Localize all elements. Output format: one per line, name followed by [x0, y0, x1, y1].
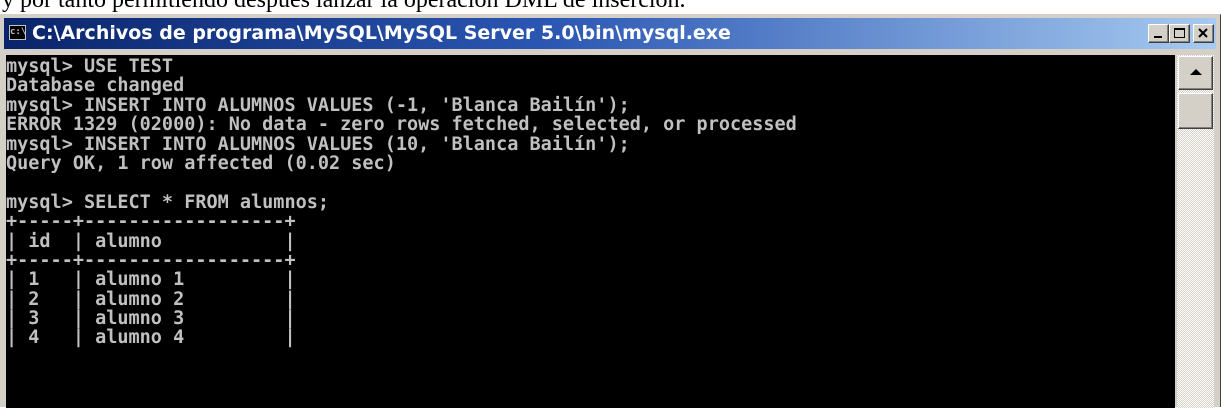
console-line: | id | alumno |	[6, 230, 296, 252]
console-line: | 1 | alumno 1 |	[6, 269, 296, 291]
console-line: +-----+------------------+	[6, 211, 296, 233]
console-line: Query OK, 1 row affected (0.02 sec)	[6, 152, 396, 174]
console-line: | 3 | alumno 3 |	[6, 308, 296, 330]
console-line: | 2 | alumno 2 |	[6, 288, 296, 310]
vertical-scrollbar[interactable]	[1177, 55, 1214, 408]
title-bar[interactable]: c:\ C:\Archivos de programa\MySQL\MySQL …	[4, 18, 1216, 49]
console-line: | 4 | alumno 4 |	[6, 327, 296, 349]
console-line: mysql> INSERT INTO ALUMNOS VALUES (10, '…	[6, 133, 630, 155]
console-line: ERROR 1329 (02000): No data - zero rows …	[6, 114, 797, 136]
minimize-icon	[1154, 36, 1162, 38]
scrollbar-thumb[interactable]	[1178, 93, 1213, 129]
console-lines: mysql> USE TEST Database changed mysql> …	[6, 57, 797, 348]
console-line: Database changed	[6, 75, 185, 97]
console-window: c:\ C:\Archivos de programa\MySQL\MySQL …	[0, 14, 1221, 408]
arrow-up-icon	[1190, 69, 1202, 75]
console-output[interactable]: mysql> USE TEST Database changed mysql> …	[6, 55, 1175, 408]
console-line: mysql> SELECT * FROM alumnos;	[6, 191, 330, 213]
window-title: C:\Archivos de programa\MySQL\MySQL Serv…	[32, 22, 731, 44]
close-button[interactable]	[1193, 24, 1214, 43]
scroll-up-button[interactable]	[1178, 56, 1213, 90]
minimize-button[interactable]	[1148, 24, 1169, 43]
document-text-fragment: y por tanto permitiendo después lanzar l…	[2, 0, 686, 13]
maximize-icon	[1174, 28, 1185, 38]
close-icon	[1198, 28, 1208, 38]
maximize-button[interactable]	[1169, 24, 1190, 43]
console-app-icon[interactable]: c:\	[9, 25, 26, 40]
console-line: +-----+------------------+	[6, 249, 296, 271]
console-line: mysql> INSERT INTO ALUMNOS VALUES (-1, '…	[6, 94, 630, 116]
console-line: mysql> USE TEST	[6, 56, 174, 77]
